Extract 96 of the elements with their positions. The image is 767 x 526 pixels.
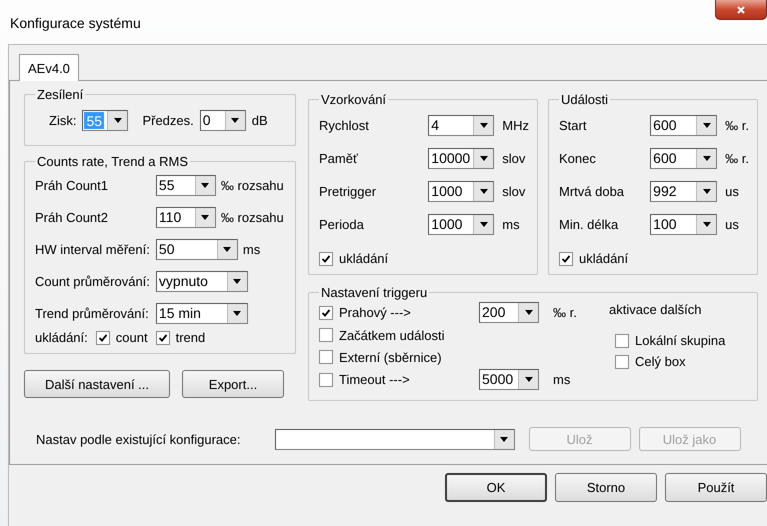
- dropdown[interactable]: 600: [650, 115, 718, 136]
- dropdown[interactable]: 5000: [479, 369, 539, 390]
- field-label: Zisk:: [49, 113, 76, 128]
- checkbox[interactable]: Začátkem události: [319, 328, 444, 342]
- button[interactable]: OK: [445, 473, 547, 502]
- unit-label: ‰ rozsahu: [220, 178, 284, 193]
- group-title: Nastavení triggeru: [320, 285, 428, 300]
- dropdown[interactable]: 55: [156, 175, 216, 196]
- group-title: Vzorkování: [320, 92, 388, 107]
- section-label: aktivace dalších: [609, 302, 702, 317]
- caret-icon: [480, 156, 488, 161]
- button[interactable]: Další nastavení ...: [24, 370, 170, 398]
- caret-icon: [223, 247, 232, 252]
- check-icon: [98, 332, 108, 342]
- dropdown[interactable]: [274, 428, 514, 450]
- caret-icon: [702, 156, 711, 161]
- field-label: Mrtvá doba: [559, 184, 626, 199]
- dropdown[interactable]: 50: [156, 239, 238, 260]
- group-title: Události: [560, 92, 609, 107]
- button[interactable]: Storno: [555, 473, 657, 502]
- checkbox[interactable]: Prahový --->: [319, 305, 411, 320]
- field-label: Práh Count1: [35, 178, 109, 193]
- group-title: Zesílení: [36, 87, 84, 102]
- button[interactable]: Export...: [182, 370, 284, 398]
- check-icon: [321, 308, 331, 318]
- field-label: Perioda: [319, 217, 365, 232]
- caret-icon: [201, 183, 210, 188]
- dropdown[interactable]: 110: [156, 207, 216, 228]
- field-label: Práh Count2: [35, 210, 109, 225]
- unit-label: us: [725, 217, 740, 232]
- unit-label: us: [725, 184, 740, 199]
- window-title: Konfigurace systému: [10, 15, 141, 31]
- dropdown[interactable]: 0: [200, 110, 246, 131]
- dropdown[interactable]: 100: [650, 214, 718, 235]
- caret-icon: [500, 436, 508, 442]
- unit-label: ‰ r.: [725, 151, 749, 166]
- field-label: Rychlost: [319, 118, 370, 133]
- caret-icon: [480, 222, 488, 227]
- caret-icon: [480, 189, 488, 194]
- field-label: Nastav podle existující konfigurace:: [36, 432, 240, 446]
- dropdown[interactable]: 15 min: [156, 303, 248, 324]
- checkbox[interactable]: Celý box: [615, 354, 726, 369]
- field-label: Start: [559, 118, 588, 133]
- unit-label: ‰ r.: [553, 305, 577, 320]
- field-label: Trend průměrování:: [35, 306, 150, 321]
- dropdown[interactable]: 4: [428, 115, 494, 136]
- checkbox[interactable]: trend: [156, 330, 206, 345]
- caret-icon: [201, 215, 210, 220]
- field-label: Konec: [559, 151, 597, 166]
- checkbox[interactable]: count: [96, 330, 148, 345]
- dropdown[interactable]: 600: [650, 148, 718, 169]
- field-label: HW interval měření:: [35, 242, 150, 257]
- close-button[interactable]: [715, 0, 767, 20]
- field-label: Min. délka: [559, 217, 620, 232]
- caret-icon: [114, 118, 122, 123]
- field-label: Count průměrování:: [35, 274, 150, 289]
- caret-icon: [702, 189, 711, 194]
- unit-label: ‰ rozsahu: [220, 210, 284, 225]
- checkbox[interactable]: Externí (sběrnice): [319, 350, 442, 364]
- unit-label: MHz: [502, 118, 529, 133]
- close-icon: [736, 4, 746, 14]
- caret-icon: [524, 310, 532, 315]
- caret-icon: [233, 279, 242, 284]
- caret-icon: [480, 123, 488, 128]
- caret-icon: [524, 377, 532, 382]
- check-icon: [561, 254, 571, 264]
- check-icon: [158, 332, 168, 342]
- caret-icon: [231, 118, 240, 123]
- field-label: Paměť: [319, 151, 359, 166]
- checkbox[interactable]: ukládání: [559, 251, 749, 266]
- button[interactable]: Použít: [665, 473, 767, 502]
- field-label: Předzes.: [142, 113, 194, 128]
- dropdown[interactable]: 10000: [428, 148, 494, 169]
- unit-label: ms: [502, 217, 521, 232]
- tab[interactable]: AEv4.0: [19, 54, 79, 81]
- unit-label: ‰ r.: [725, 118, 749, 133]
- checkbox[interactable]: Timeout --->: [319, 372, 410, 387]
- field-label: ukládání:: [35, 330, 88, 345]
- unit-label: ms: [242, 242, 260, 257]
- checkbox[interactable]: Lokální skupina: [615, 333, 726, 348]
- checkbox[interactable]: ukládání: [319, 251, 529, 266]
- caret-icon: [233, 311, 242, 316]
- unit-label: dB: [252, 113, 268, 128]
- dropdown[interactable]: vypnuto: [156, 271, 248, 292]
- dropdown[interactable]: 992: [650, 181, 718, 202]
- check-icon: [321, 254, 331, 264]
- field-label: Pretrigger: [319, 184, 378, 199]
- group-title: Counts rate, Trend a RMS: [36, 154, 190, 169]
- caret-icon: [702, 222, 711, 227]
- unit-label: slov: [502, 184, 526, 199]
- dropdown[interactable]: 1000: [428, 214, 494, 235]
- dropdown[interactable]: 1000: [428, 181, 494, 202]
- caret-icon: [702, 123, 711, 128]
- dropdown[interactable]: 200: [479, 302, 539, 323]
- unit-label: slov: [502, 151, 526, 166]
- unit-label: ms: [553, 372, 570, 387]
